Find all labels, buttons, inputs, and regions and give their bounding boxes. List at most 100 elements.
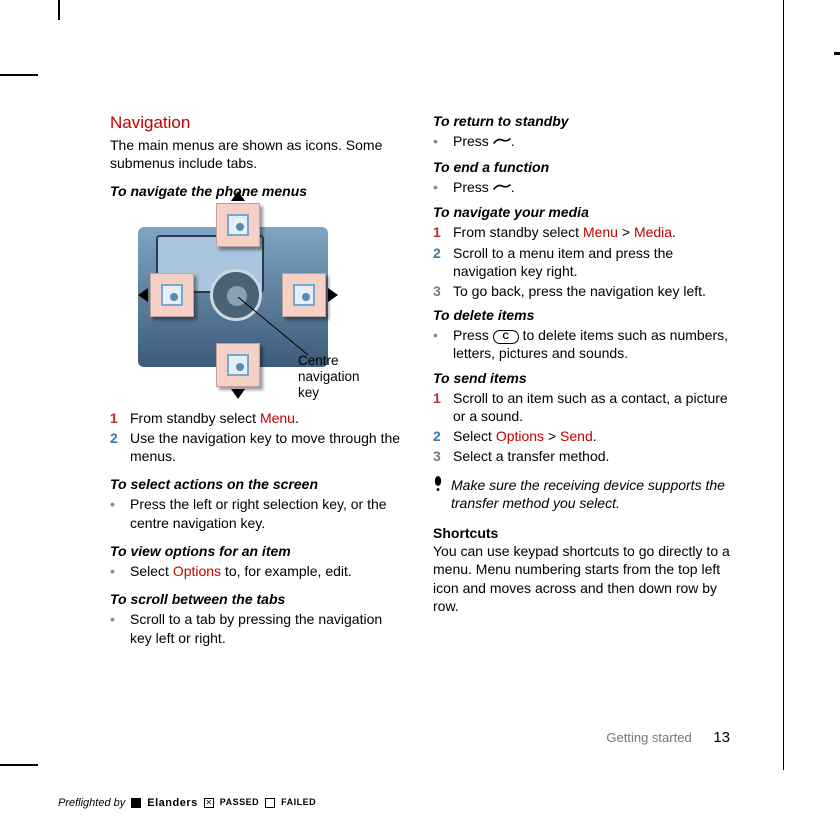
- step-number: 2: [433, 244, 447, 280]
- step-text: Scroll to an item such as a contact, a p…: [453, 389, 730, 425]
- step-3: 3 Select a transfer method.: [433, 447, 730, 465]
- step-text: From standby select Menu.: [130, 409, 299, 427]
- step-number: 2: [110, 429, 124, 465]
- step-1: 1 From standby select Menu > Media.: [433, 223, 730, 241]
- nav-key-left-icon: [150, 273, 194, 317]
- step-1: 1 Scroll to an item such as a contact, a…: [433, 389, 730, 425]
- page-content: Navigation The main menus are shown as i…: [110, 112, 730, 649]
- footer-section-name: Getting started: [606, 730, 691, 745]
- return-standby-list: • Press .: [433, 132, 730, 151]
- bullet-icon: •: [110, 610, 124, 646]
- passed-label: PASSED: [220, 797, 259, 809]
- step-text: Scroll to a menu item and press the navi…: [453, 244, 730, 280]
- end-function-list: • Press .: [433, 178, 730, 197]
- caption-line2: key: [298, 385, 319, 400]
- bullet-icon: •: [433, 326, 447, 362]
- arrow-down-icon: [231, 389, 245, 399]
- elanders-logo-icon: [131, 798, 141, 808]
- phone-figure: Centre navigation key: [110, 207, 390, 397]
- step-number: 1: [433, 223, 447, 241]
- navigate-steps: 1 From standby select Menu. 2 Use the na…: [110, 409, 407, 466]
- step-3: 3 To go back, press the navigation key l…: [433, 282, 730, 300]
- page-number: 13: [713, 729, 730, 746]
- view-options-list: • Select Options to, for example, edit.: [110, 562, 407, 580]
- subhead-return-standby: To return to standby: [433, 112, 730, 130]
- brand-name: Elanders: [147, 796, 197, 810]
- step-text: Select Options > Send.: [453, 427, 597, 445]
- subhead-view-options: To view options for an item: [110, 542, 407, 560]
- subhead-end-function: To end a function: [433, 158, 730, 176]
- caption-line1: Centre navigation: [298, 353, 360, 384]
- delete-items-list: • Press C to delete items such as number…: [433, 326, 730, 362]
- step-number: 3: [433, 282, 447, 300]
- subhead-scroll-tabs: To scroll between the tabs: [110, 590, 407, 608]
- item-text: Scroll to a tab by pressing the navigati…: [130, 610, 407, 646]
- item-text: Press .: [453, 132, 515, 151]
- subhead-delete-items: To delete items: [433, 306, 730, 324]
- note-block: Make sure the receiving device supports …: [433, 476, 730, 512]
- item-text: Select Options to, for example, edit.: [130, 562, 352, 580]
- subhead-select-actions: To select actions on the screen: [110, 475, 407, 493]
- preflight-bar: Preflighted by Elanders ✕ PASSED FAILED: [58, 796, 316, 810]
- failed-label: FAILED: [281, 797, 316, 809]
- shortcuts-heading: Shortcuts: [433, 524, 730, 542]
- navigate-media-steps: 1 From standby select Menu > Media. 2 Sc…: [433, 223, 730, 300]
- send-items-steps: 1 Scroll to an item such as a contact, a…: [433, 389, 730, 466]
- step-text: From standby select Menu > Media.: [453, 223, 676, 241]
- step-1: 1 From standby select Menu.: [110, 409, 407, 427]
- note-text: Make sure the receiving device supports …: [451, 476, 730, 512]
- item-text: Press the left or right selection key, o…: [130, 495, 407, 531]
- crop-mark: [0, 74, 38, 76]
- select-actions-list: • Press the left or right selection key,…: [110, 495, 407, 531]
- subhead-navigate: To navigate the phone menus: [110, 182, 407, 200]
- crop-mark: [834, 52, 840, 55]
- list-item: • Scroll to a tab by pressing the naviga…: [110, 610, 407, 646]
- item-text: Press .: [453, 178, 515, 197]
- step-2: 2 Select Options > Send.: [433, 427, 730, 445]
- shortcuts-text: You can use keypad shortcuts to go direc…: [433, 542, 730, 615]
- list-item: • Press C to delete items such as number…: [433, 326, 730, 362]
- step-2: 2 Scroll to a menu item and press the na…: [433, 244, 730, 280]
- step-number: 3: [433, 447, 447, 465]
- step-text: To go back, press the navigation key lef…: [453, 282, 706, 300]
- figure-caption: Centre navigation key: [298, 353, 398, 402]
- list-item: • Press the left or right selection key,…: [110, 495, 407, 531]
- crop-mark: [58, 0, 60, 20]
- c-key-icon: C: [493, 330, 519, 344]
- bullet-icon: •: [110, 495, 124, 531]
- menu-path: Options: [496, 428, 544, 444]
- nav-key-up-icon: [216, 203, 260, 247]
- preflight-label: Preflighted by: [58, 796, 125, 810]
- crop-mark: [0, 764, 38, 766]
- step-text: Select a transfer method.: [453, 447, 609, 465]
- intro-text: The main menus are shown as icons. Some …: [110, 136, 407, 172]
- bullet-icon: •: [110, 562, 124, 580]
- list-item: • Select Options to, for example, edit.: [110, 562, 407, 580]
- step-number: 1: [433, 389, 447, 425]
- bullet-icon: •: [433, 178, 447, 197]
- checkbox-failed-icon: [265, 798, 275, 808]
- bullet-icon: •: [433, 132, 447, 151]
- arrow-left-icon: [138, 288, 148, 302]
- menu-path: Send: [560, 428, 593, 444]
- menu-path: Options: [173, 563, 221, 579]
- menu-path: Menu: [260, 410, 295, 426]
- section-heading: Navigation: [110, 112, 407, 134]
- scroll-tabs-list: • Scroll to a tab by pressing the naviga…: [110, 610, 407, 646]
- step-number: 1: [110, 409, 124, 427]
- right-column: To return to standby • Press . To end a …: [433, 112, 730, 649]
- left-column: Navigation The main menus are shown as i…: [110, 112, 407, 649]
- menu-path: Media: [634, 224, 672, 240]
- step-number: 2: [433, 427, 447, 445]
- page-edge: [783, 0, 784, 770]
- arrow-up-icon: [231, 191, 245, 201]
- info-icon: [433, 476, 443, 512]
- step-2: 2 Use the navigation key to move through…: [110, 429, 407, 465]
- subhead-navigate-media: To navigate your media: [433, 203, 730, 221]
- list-item: • Press .: [433, 132, 730, 151]
- end-key-icon: [493, 133, 511, 151]
- item-text: Press C to delete items such as numbers,…: [453, 326, 730, 362]
- page-footer: Getting started 13: [0, 728, 840, 748]
- checkbox-passed-icon: ✕: [204, 798, 214, 808]
- list-item: • Press .: [433, 178, 730, 197]
